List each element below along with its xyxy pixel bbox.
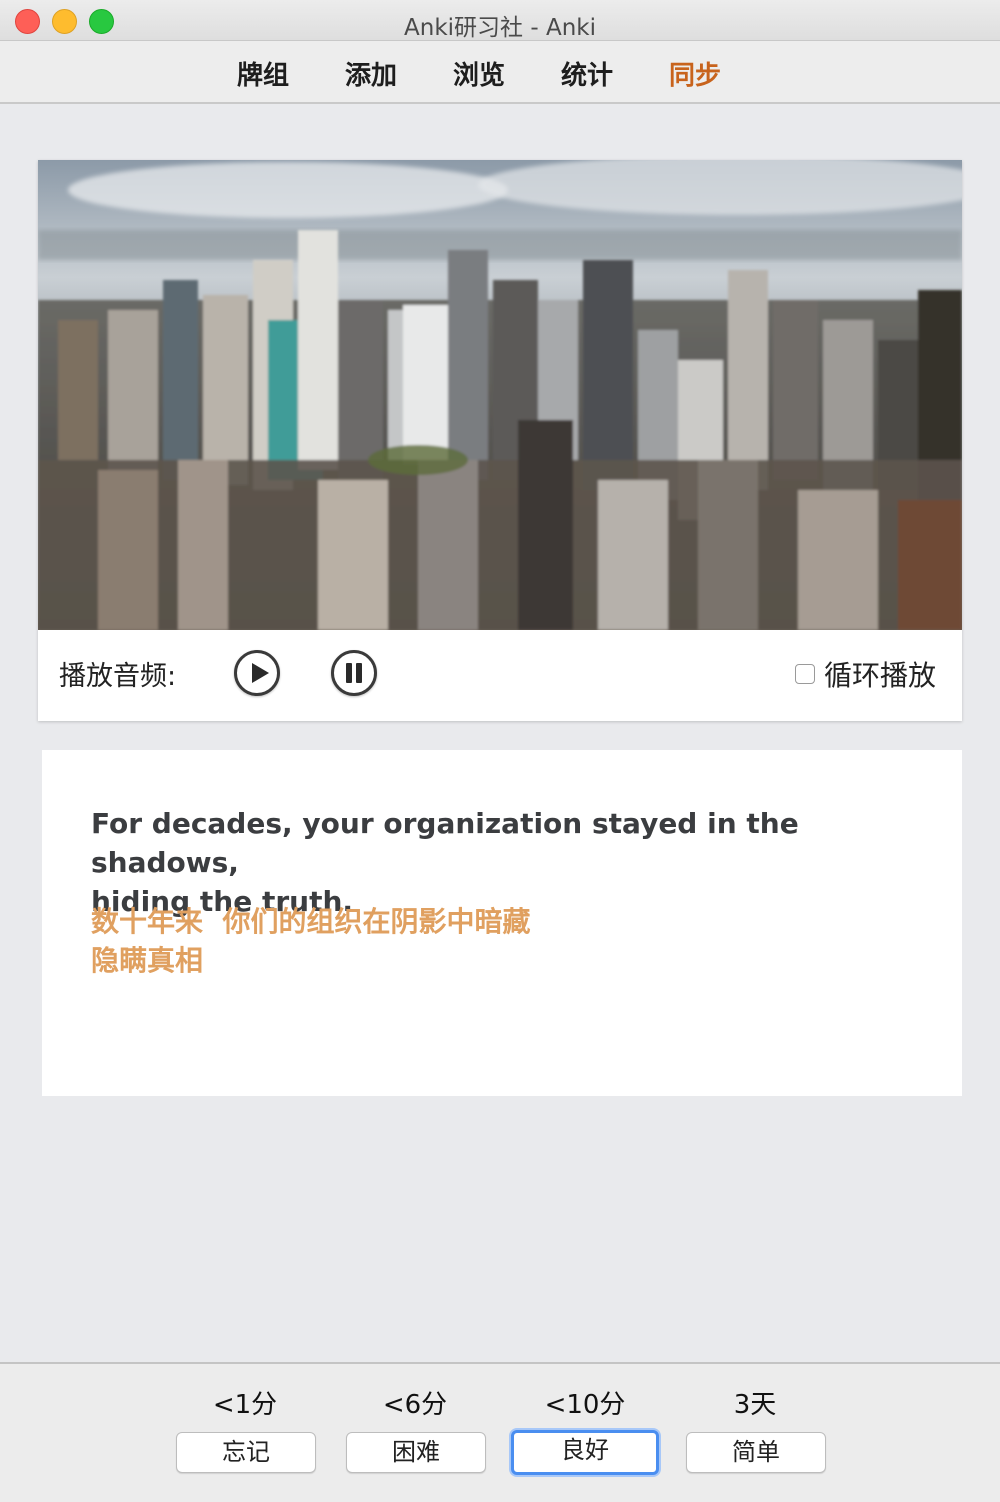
interval-good: <10分	[544, 1390, 626, 1420]
play-audio-label: 播放音频:	[59, 661, 177, 692]
window-title: Anki研习社 - Anki	[404, 15, 596, 41]
interval-again: <1分	[212, 1390, 278, 1420]
loop-play-checkbox[interactable]	[795, 664, 815, 684]
good-button[interactable]: 良好	[511, 1430, 659, 1475]
again-button[interactable]: 忘记	[176, 1432, 316, 1473]
main-toolbar: 牌组 添加 浏览 统计 同步	[0, 41, 1000, 104]
interval-easy: 3天	[733, 1390, 777, 1420]
toolbar-add[interactable]: 添加	[345, 55, 397, 92]
toolbar-browse[interactable]: 浏览	[453, 55, 505, 92]
pause-audio-button[interactable]	[331, 650, 377, 696]
toolbar-decks[interactable]: 牌组	[237, 55, 289, 92]
chinese-translation: 数十年来 你们的组织在阴影中暗藏 隐瞒真相	[91, 902, 931, 980]
interval-hard: <6分	[382, 1390, 448, 1420]
play-icon	[252, 663, 269, 683]
pause-icon-bar	[356, 663, 362, 683]
play-audio-button[interactable]	[234, 650, 280, 696]
chinese-line-1: 数十年来 你们的组织在阴影中暗藏	[91, 905, 531, 938]
toolbar-stats[interactable]: 统计	[561, 55, 613, 92]
card-content: For decades, your organization stayed in…	[42, 750, 962, 1096]
answer-bar: <1分 <6分 <10分 3天 忘记 困难 良好 简单	[0, 1362, 1000, 1502]
media-card: 播放音频: 循环播放	[38, 160, 962, 721]
hard-button[interactable]: 困难	[346, 1432, 486, 1473]
chinese-line-2: 隐瞒真相	[91, 944, 204, 977]
toolbar-sync[interactable]: 同步	[669, 55, 721, 92]
window-titlebar: Anki研习社 - Anki	[0, 0, 1000, 41]
easy-button[interactable]: 简单	[686, 1432, 826, 1473]
pause-icon	[346, 663, 352, 683]
loop-play-label[interactable]: 循环播放	[824, 654, 936, 694]
english-line-1: For decades, your organization stayed in…	[91, 807, 799, 879]
city-skyline-image	[38, 160, 962, 630]
